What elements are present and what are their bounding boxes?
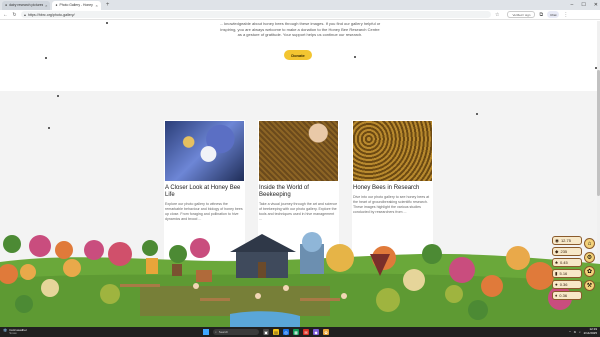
menu-icon[interactable]: ⋮ [563,12,568,18]
search-icon: ⌕ [215,330,217,334]
leaf-icon: ♣ [555,260,558,265]
app-icon[interactable]: ◆ [313,329,319,335]
card-image[interactable] [165,121,244,181]
clock[interactable]: 12:19 2/14/2025 [584,328,597,335]
bee-icon [57,95,59,97]
bee-menu-icon[interactable]: ✿ [584,266,595,277]
profile-chip[interactable]: Chat [547,11,560,18]
bee-icon [476,113,478,115]
star-icon[interactable]: ☆ [495,12,499,18]
resource-value: 235 [560,249,568,254]
resource-coins[interactable]: ◉ 12.75 [552,236,582,245]
resource-value: 0.36 [559,282,568,287]
card-title: A Closer Look at Honey Bee Life [165,185,241,198]
weather-icon: ❄ [3,328,8,335]
donate-section: ... knowledgeable about honey bees throu… [0,21,600,91]
gallery-card[interactable]: Honey Bees in Research Dive into our pho… [352,120,433,260]
game-side-buttons: ⌂ ⚙ ✿ ⚒ [584,238,596,291]
bee-icon [106,22,108,24]
file-explorer-icon[interactable]: ▤ [273,329,279,335]
card-title: Honey Bees in Research [353,185,420,191]
wifi-icon[interactable]: ≋ [574,330,577,334]
tab-favicon-icon: ● [5,3,8,7]
game-hud: ◉ 12.75 ◆ 235 ♣ 0.45 ▮ 5.16 ● 0.36 ♦ 0.36 [552,236,582,300]
search-placeholder: Search [218,330,229,334]
tab-favicon-icon: ● [55,3,58,7]
window-controls: – ☐ ✕ [571,0,598,10]
weather-sub: Snow [9,331,17,335]
weather-widget[interactable]: ❄ Cold weather Snow [3,327,27,337]
browser-icon[interactable]: ◎ [283,329,289,335]
taskbar-search[interactable]: ⌕ Search [213,329,259,335]
close-window-icon[interactable]: ✕ [594,0,598,10]
back-icon[interactable]: ← [3,12,8,18]
browser-toolbar: ← ↻ 🔒︎ https://hbrc.org/photo-gallery/ ☆… [0,10,600,20]
game-app-icon[interactable]: ✿ [323,329,329,335]
taskbar: ❄ Cold weather Snow ⌕ Search ▣ ▤ ◎ ▦ ✉ ◆… [0,327,600,337]
url-text: https://hbrc.org/photo-gallery/ [27,12,75,17]
reload-icon[interactable]: ↻ [12,12,17,18]
resource-stone[interactable]: ● 0.36 [552,280,582,289]
card-title: Inside the World of Beekeeping [259,185,309,198]
resource-value: 5.16 [559,271,568,276]
resource-wood[interactable]: ▮ 5.16 [552,269,582,278]
clock-date: 2/14/2025 [583,331,597,335]
bee-icon [45,57,47,59]
mail-icon[interactable]: ✉ [303,329,309,335]
bee-icon [48,127,50,129]
task-view-icon[interactable]: ▣ [263,329,269,335]
gem-icon: ◆ [555,248,559,254]
store-icon[interactable]: ▦ [293,329,299,335]
resource-leaf[interactable]: ♣ 0.45 [552,258,582,267]
address-bar[interactable]: 🔒︎ https://hbrc.org/photo-gallery/ [21,11,491,18]
resource-gems[interactable]: ◆ 235 [552,247,582,256]
new-tab-button[interactable]: + [103,1,113,10]
home-icon[interactable]: ⌂ [584,238,595,249]
close-tab-icon[interactable]: × [45,1,47,10]
card-image[interactable] [353,121,432,181]
resource-food[interactable]: ♦ 0.36 [552,291,582,300]
wood-icon: ▮ [555,270,558,276]
start-icon[interactable] [203,329,209,335]
resource-value: 0.45 [559,260,568,265]
bee-icon [354,56,356,58]
gallery-card[interactable]: A Closer Look at Honey Bee Life Explore … [164,120,245,260]
build-icon[interactable]: ⚒ [584,280,595,291]
lock-icon: 🔒︎ [24,12,26,17]
maximize-icon[interactable]: ☐ [581,0,585,10]
tab-bar: ● dairy research pictures - Search × ● P… [0,0,600,10]
card-text: Explore our photo gallery to witness the… [165,202,243,221]
bee-icon [595,67,597,69]
tab-photo-gallery[interactable]: ● Photo Gallery - Honey Bee Resea × [52,1,101,10]
tab-search[interactable]: ● dairy research pictures - Search × [2,1,51,10]
resource-value: 12.75 [560,238,571,243]
donate-button[interactable]: Donate [284,50,312,60]
card-text: Dive into our photo gallery to see honey… [353,195,430,214]
tab-title: Photo Gallery - Honey Bee Resea [59,3,93,7]
volume-icon[interactable]: ♪ [579,330,581,334]
tab-title: dairy research pictures - Search [9,3,44,7]
extension-box[interactable]: Verified / sign [507,11,536,18]
donate-text: ... knowledgeable about honey bees throu… [219,21,381,37]
coin-icon: ◉ [555,237,559,243]
system-tray: ^ ≋ ♪ 12:19 2/14/2025 [569,327,597,337]
minimize-icon[interactable]: – [571,0,574,10]
stone-icon: ● [555,282,558,287]
extensions-icon[interactable]: ⧉ [539,12,543,18]
food-icon: ♦ [555,293,558,298]
resource-value: 0.36 [559,293,568,298]
taskbar-apps: ⌕ Search ▣ ▤ ◎ ▦ ✉ ◆ ✿ [203,328,329,336]
tray-chevron-icon[interactable]: ^ [569,330,570,334]
card-text: Take a visual journey through the art an… [259,202,338,221]
close-tab-icon[interactable]: × [95,1,97,10]
settings-icon[interactable]: ⚙ [584,252,595,263]
card-image[interactable] [259,121,338,181]
